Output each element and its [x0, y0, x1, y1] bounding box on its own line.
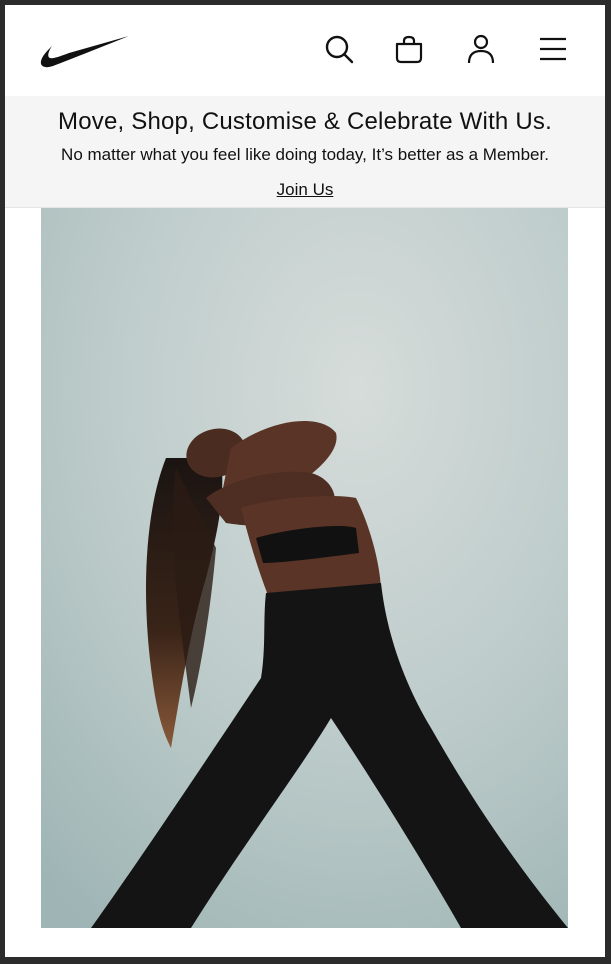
site-header [5, 5, 605, 96]
join-us-link[interactable]: Join Us [5, 180, 605, 200]
banner-subtitle: No matter what you feel like doing today… [61, 145, 549, 164]
banner-title: Move, Shop, Customise & Celebrate With U… [58, 108, 552, 135]
account-icon[interactable] [465, 33, 497, 65]
bag-icon[interactable] [393, 33, 425, 65]
page: Move, Shop, Customise & Celebrate With U… [5, 5, 605, 957]
hero-image[interactable] [41, 208, 568, 928]
athlete-stretching-image [41, 208, 568, 928]
nike-swoosh-logo[interactable] [39, 34, 131, 70]
menu-icon[interactable] [537, 33, 569, 65]
search-icon[interactable] [323, 33, 355, 65]
member-banner: Move, Shop, Customise & Celebrate With U… [5, 96, 605, 208]
